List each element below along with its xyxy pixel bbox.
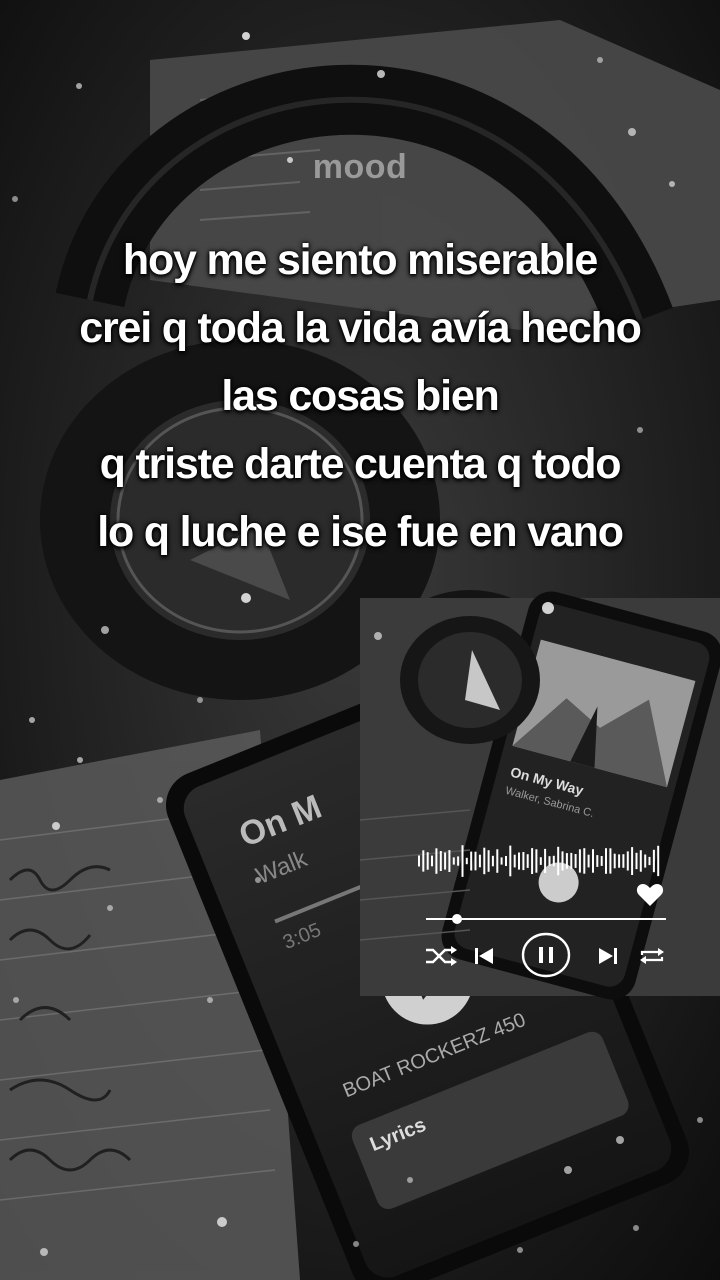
waveform-bar [531,848,534,874]
waveform-bar [509,845,512,877]
lyrics-overlay: hoy me siento miserable crei q toda la v… [10,226,710,566]
progress-knob[interactable] [452,914,462,924]
waveform-bar [552,855,555,867]
lyric-line: crei q toda la vida avía hecho [79,304,642,352]
waveform-bar [605,848,607,874]
waveform-bar [539,857,542,865]
waveform-bar [635,852,638,870]
background-photo: On M Walk 3:05 BOAT ROCKERZ 450 Lyrics O… [0,0,720,1280]
waveform-bar [422,850,425,872]
waveform-bar [570,852,573,870]
waveform-bar [522,852,525,871]
previous-icon[interactable] [474,946,494,966]
waveform-bar [491,855,494,867]
next-icon[interactable] [598,946,618,966]
waveform-bar [444,852,447,870]
waveform-bar [578,849,581,873]
waveform-bar [618,854,621,868]
waveform-bar [548,856,551,866]
progress-slider[interactable] [426,914,666,924]
waveform-bar [535,849,538,873]
waveform-bar [652,849,655,873]
waveform-bar [526,854,529,868]
waveform-bar [596,855,599,867]
waveform-bar [483,847,486,875]
repeat-icon[interactable] [638,946,666,966]
waveform-bar [622,854,625,868]
waveform-bar [587,854,590,868]
waveform-bar [648,856,651,866]
lyric-line: las cosas bien [221,372,499,420]
waveform-bar [631,847,634,875]
lyric-line: lo q luche e ise fue en vano [97,508,624,556]
waveform-bar [565,853,568,869]
waveform-bar [518,852,520,870]
waveform-bar [544,848,547,873]
lyric-line: q triste darte cuenta q todo [99,440,622,488]
waveform-bar [639,850,642,872]
waveform-bar [470,851,473,871]
heart-icon[interactable] [636,882,664,908]
shuffle-icon[interactable] [424,946,458,966]
waveform-bar [505,856,507,866]
waveform-bar [478,854,481,868]
waveform-bar [657,845,660,877]
waveform-bar [592,849,594,873]
waveform-bar [439,851,442,871]
music-player-widget [418,826,668,986]
waveform-bar [461,845,464,877]
waveform-bar [644,854,647,868]
waveform-bar [574,854,577,868]
waveform-bar [448,850,451,872]
waveform-bar [487,850,490,872]
pause-button[interactable] [521,932,571,978]
lyric-line: hoy me siento miserable [122,236,598,284]
progress-track [426,918,666,920]
waveform-bar [626,851,629,871]
waveform-bar [435,848,438,874]
waveform-bar [609,848,612,874]
waveform-bar [561,851,564,871]
waveform-bar [513,854,516,868]
waveform-bar [583,848,586,874]
waveform-bar [418,855,420,867]
waveform-bar [557,846,560,876]
waveform-bar [431,855,433,867]
waveform-bar [465,857,468,865]
waveform-bar [474,851,477,871]
playback-controls [418,932,668,982]
waveform-bar [496,849,499,873]
waveform-bar [613,853,616,869]
waveform-bar [500,857,503,865]
waveform-bar [457,856,460,866]
waveform-bar [452,857,455,865]
waveform-bar [600,856,603,866]
audio-waveform [418,845,660,877]
watermark-text: mood [312,148,408,186]
waveform-bar [426,852,429,870]
